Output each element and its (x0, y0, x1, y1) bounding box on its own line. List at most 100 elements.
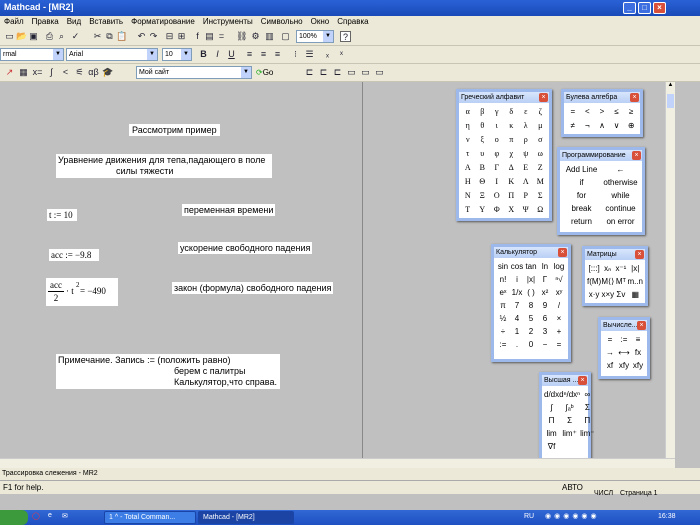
calculator-key-button[interactable]: n! (496, 273, 510, 286)
greek-symbol-button[interactable]: Ω (534, 203, 548, 216)
bullets-icon[interactable]: ⁝ (290, 49, 301, 60)
greek-symbol-button[interactable]: θ (476, 119, 490, 132)
programming-operator-button[interactable]: ← (601, 163, 640, 176)
programming-operator-button[interactable]: break (562, 202, 601, 215)
menu-edit[interactable]: Правка (28, 16, 63, 28)
greek-symbol-button[interactable]: ψ (519, 147, 533, 160)
greek-symbol-button[interactable]: Ε (519, 161, 533, 174)
style-combo[interactable]: rmal ▼ (0, 48, 64, 61)
close-icon[interactable]: × (539, 93, 548, 102)
scroll-thumb[interactable] (667, 94, 674, 108)
acc-definition[interactable]: acc := −9.8 (49, 249, 99, 261)
greek-symbol-button[interactable]: Χ (505, 203, 519, 216)
programming-operator-button[interactable]: return (562, 215, 601, 228)
boolean-symbol-button[interactable]: ≥ (624, 105, 638, 118)
greek-symbol-button[interactable]: υ (476, 147, 490, 160)
greek-symbol-button[interactable]: Φ (490, 203, 504, 216)
programming-palette-icon[interactable]: ⚟ (74, 67, 85, 78)
evaluation-operator-button[interactable]: → (603, 346, 617, 359)
t-definition[interactable]: t := 10 (47, 209, 77, 221)
close-icon[interactable]: × (635, 250, 644, 259)
greek-symbol-button[interactable]: Β (476, 161, 490, 174)
greek-symbol-button[interactable]: π (505, 133, 519, 146)
calculator-key-button[interactable]: ½ (496, 312, 510, 325)
greek-symbol-button[interactable]: Ρ (519, 189, 533, 202)
maximize-button[interactable]: □ (638, 2, 651, 14)
calculator-key-button[interactable]: . (510, 338, 524, 351)
greek-symbol-button[interactable]: ρ (519, 133, 533, 146)
scroll-up-icon[interactable]: ▲ (666, 82, 675, 92)
greek-symbol-button[interactable]: Ν (461, 189, 475, 202)
greek-symbol-button[interactable]: φ (490, 147, 504, 160)
calculator-key-button[interactable]: × (552, 312, 566, 325)
calculus-operator-button[interactable]: d/dx (544, 388, 559, 401)
opera-icon[interactable]: ◯ (32, 512, 40, 520)
start-button[interactable] (0, 510, 28, 525)
programming-palette[interactable]: Программирование × Add Line ← if otherwise fo… (557, 147, 645, 235)
greek-symbol-button[interactable]: δ (505, 105, 519, 118)
matrix-operator-button[interactable]: xₙ (601, 262, 614, 275)
calculus-palette-icon[interactable]: ∫ (46, 67, 57, 78)
evaluation-operator-button[interactable]: := (617, 333, 631, 346)
greek-symbol-button[interactable]: Γ (490, 161, 504, 174)
task-total-commander[interactable]: 1 ^ - Total Comman... (104, 511, 196, 524)
greek-symbol-button[interactable]: ζ (534, 105, 548, 118)
greek-symbol-button[interactable]: λ (519, 119, 533, 132)
greek-symbol-button[interactable]: Μ (534, 175, 548, 188)
calculator-key-button[interactable]: tan (524, 260, 538, 273)
menu-file[interactable]: Файл (0, 16, 28, 28)
matrix-operator-button[interactable]: m..n (627, 275, 643, 288)
greek-symbol-button[interactable]: Ζ (534, 161, 548, 174)
close-button[interactable]: × (653, 2, 666, 14)
calculator-key-button[interactable]: 4 (510, 312, 524, 325)
greek-symbol-button[interactable]: Π (505, 189, 519, 202)
matrix-operator-button[interactable]: x⁻¹ (614, 262, 627, 275)
close-icon[interactable]: × (637, 321, 646, 330)
greek-symbol-button[interactable]: σ (534, 133, 548, 146)
zoom-combo[interactable]: 100% ▼ (296, 30, 334, 43)
matrix-operator-button[interactable]: |x| (627, 262, 643, 275)
calculus-operator-button[interactable]: Σ (580, 401, 594, 414)
calculator-key-button[interactable]: 1 (510, 325, 524, 338)
programming-operator-button[interactable]: if (562, 176, 601, 189)
formula-label[interactable]: закон (формула) свободного падения (172, 282, 334, 294)
minimize-button[interactable]: _ (623, 2, 636, 14)
menu-window[interactable]: Окно (307, 16, 334, 28)
acc-label[interactable]: ускорение свободного падения (178, 242, 313, 254)
note-text[interactable]: Примечание. Запись := (положить равно) б… (56, 354, 280, 389)
matrix-operator-button[interactable]: Σv (614, 288, 627, 301)
stop-icon[interactable]: ⊏ (332, 67, 343, 78)
open-icon[interactable]: 📂 (16, 31, 27, 42)
undo-icon[interactable]: ↶ (136, 31, 147, 42)
language-indicator[interactable]: RU (524, 513, 534, 520)
evaluation-palette[interactable]: Вычисле... × =:= ≡ → ⟷ fx xf xfy xfy (598, 317, 650, 379)
evaluation-operator-button[interactable]: ≡ (631, 333, 645, 346)
greek-palette-icon[interactable]: αβ (88, 67, 99, 78)
intro-text[interactable]: Уравнение движения для тепа,падающего в … (56, 154, 272, 178)
new-icon[interactable]: ▭ (4, 31, 15, 42)
task-mathcad[interactable]: Mathcad - [MR2] (198, 511, 294, 524)
calculator-key-button[interactable]: 0 (524, 338, 538, 351)
greek-symbol-button[interactable]: α (461, 105, 475, 118)
font-combo[interactable]: Arial ▼ (66, 48, 158, 61)
calculus-operator-button[interactable]: lim (544, 427, 559, 440)
insert-region-icon[interactable]: ▢ (280, 31, 291, 42)
calculator-key-button[interactable]: = (552, 338, 566, 351)
site-combo[interactable]: Мой сайт ▼ (136, 66, 252, 79)
resources-icon[interactable]: ▥ (264, 31, 275, 42)
t-label[interactable]: переменная времени (182, 204, 276, 216)
spell-check-icon[interactable]: ✓ (70, 31, 81, 42)
italic-icon[interactable]: I (212, 49, 223, 60)
calculator-key-button[interactable]: log (552, 260, 566, 273)
horizontal-scrollbar[interactable] (0, 458, 675, 468)
redo-icon[interactable]: ↷ (148, 31, 159, 42)
back-icon[interactable]: ⊏ (304, 67, 315, 78)
underline-icon[interactable]: U (226, 49, 237, 60)
calculator-key-button[interactable]: ( ) (524, 286, 538, 299)
calculator-key-button[interactable]: 6 (538, 312, 552, 325)
greek-symbol-button[interactable]: Α (461, 161, 475, 174)
greek-symbol-button[interactable]: κ (505, 119, 519, 132)
greek-symbol-button[interactable]: β (476, 105, 490, 118)
calculator-key-button[interactable]: + (552, 325, 566, 338)
close-icon[interactable]: × (632, 151, 641, 160)
